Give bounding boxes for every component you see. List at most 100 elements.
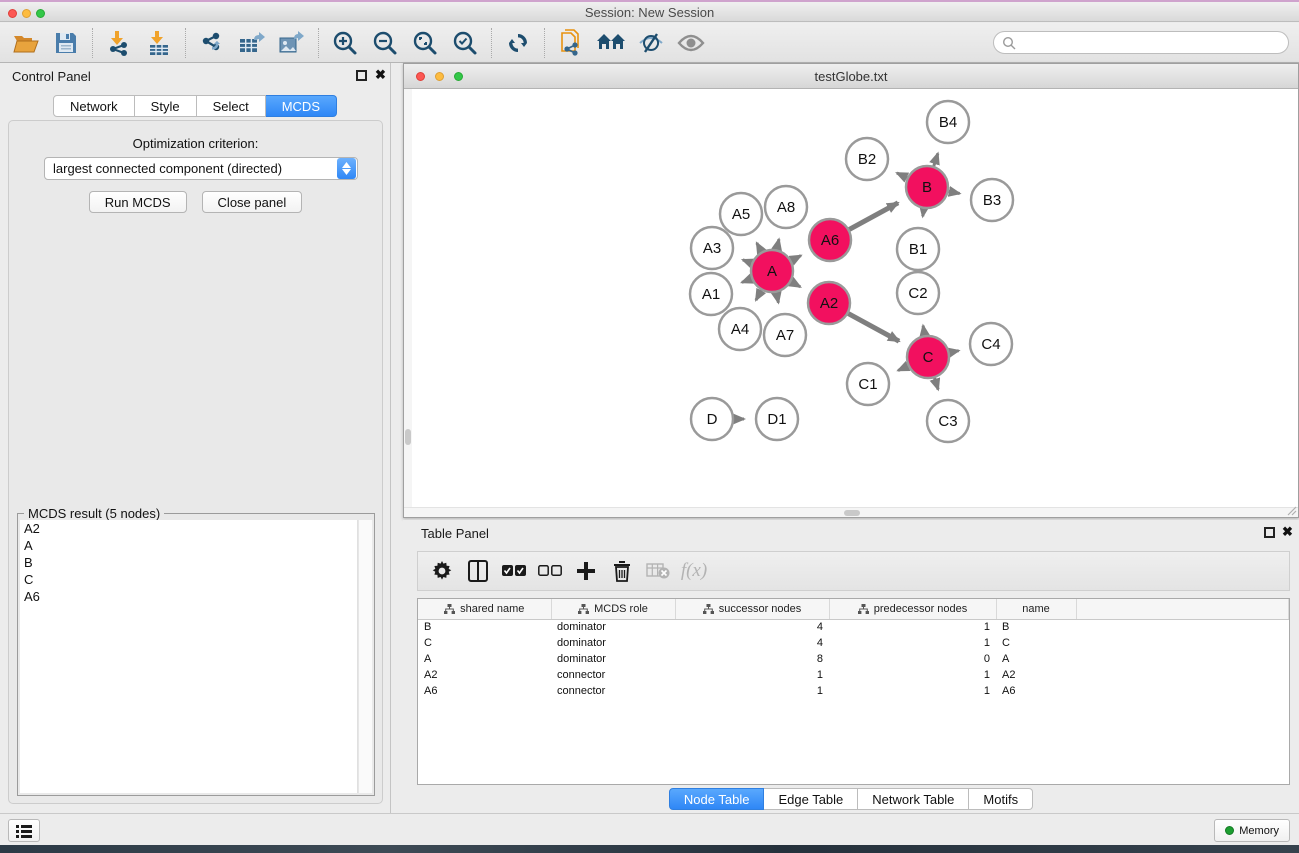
criterion-dropdown[interactable]: largest connected component (directed) (44, 157, 358, 180)
edge-A2-C[interactable] (848, 314, 899, 342)
table-cell[interactable]: B (996, 619, 1076, 635)
result-list-item[interactable]: C (20, 571, 357, 588)
table-cell[interactable]: 0 (829, 651, 996, 667)
hide-icon[interactable] (631, 26, 671, 60)
select-all-icon[interactable] (498, 555, 530, 587)
table-cell[interactable]: 1 (829, 667, 996, 683)
column-header-shared-name[interactable]: shared name (418, 599, 551, 619)
column-header-name[interactable]: name (996, 599, 1076, 619)
table-cell[interactable]: dominator (551, 651, 675, 667)
close-panel-icon[interactable]: ✖ (375, 67, 386, 83)
edge-B-B1[interactable] (923, 209, 924, 217)
tab-select[interactable]: Select (197, 95, 266, 117)
table-cell[interactable]: A6 (996, 683, 1076, 699)
show-icon[interactable] (671, 26, 711, 60)
table-cell[interactable]: A (996, 651, 1076, 667)
zoom-selected-icon[interactable] (445, 26, 485, 60)
memory-button[interactable]: Memory (1214, 819, 1290, 842)
edge-A-A3[interactable] (743, 260, 752, 263)
edge-B-B3[interactable] (949, 191, 960, 193)
edge-A-A4[interactable] (756, 290, 761, 300)
table-cell[interactable]: 1 (675, 667, 829, 683)
table-cell[interactable]: connector (551, 667, 675, 683)
table-row[interactable]: Cdominator41C (418, 635, 1289, 651)
table-cell[interactable]: 4 (675, 635, 829, 651)
edge-A-A1[interactable] (742, 279, 752, 283)
refresh-icon[interactable] (498, 26, 538, 60)
table-cell[interactable]: A (418, 651, 551, 667)
network-vertical-scrollbar[interactable] (404, 89, 412, 507)
tab-motifs[interactable]: Motifs (969, 788, 1033, 810)
table-cell[interactable]: B (418, 619, 551, 635)
network-canvas[interactable]: AA1A2A3A4A5A6A7A8BB1B2B3B4CC1C2C3C4DD1 (412, 89, 1298, 507)
column-header-successor-nodes[interactable]: successor nodes (675, 599, 829, 619)
edge-C-C3[interactable] (935, 378, 939, 390)
tab-node-table[interactable]: Node Table (669, 788, 765, 810)
zoom-in-icon[interactable] (325, 26, 365, 60)
table-cell[interactable]: 8 (675, 651, 829, 667)
table-cell[interactable]: A6 (418, 683, 551, 699)
search-input[interactable] (993, 31, 1289, 54)
tab-network-table[interactable]: Network Table (858, 788, 969, 810)
table-cell[interactable]: dominator (551, 619, 675, 635)
tab-mcds[interactable]: MCDS (266, 95, 337, 117)
gear-icon[interactable] (426, 555, 458, 587)
table-cell[interactable]: 1 (829, 635, 996, 651)
delete-table-icon[interactable] (642, 555, 674, 587)
mcds-result-list[interactable]: A2ABCA6 (20, 520, 358, 793)
run-mcds-button[interactable]: Run MCDS (89, 191, 187, 213)
import-network-icon[interactable] (99, 26, 139, 60)
table-cell[interactable]: 4 (675, 619, 829, 635)
export-table-icon[interactable] (232, 26, 272, 60)
result-list-item[interactable]: A2 (20, 520, 357, 537)
table-cell[interactable]: connector (551, 683, 675, 699)
export-image-icon[interactable] (272, 26, 312, 60)
table-cell[interactable]: 1 (829, 619, 996, 635)
edge-C-C2[interactable] (923, 326, 925, 336)
column-header-MCDS-role[interactable]: MCDS role (551, 599, 675, 619)
tab-style[interactable]: Style (135, 95, 197, 117)
result-list-item[interactable]: A6 (20, 588, 357, 605)
network-horizontal-scrollbar[interactable] (404, 507, 1298, 517)
table-header-row[interactable]: shared nameMCDS rolesuccessor nodesprede… (418, 599, 1289, 619)
deselect-all-icon[interactable] (534, 555, 566, 587)
zoom-out-icon[interactable] (365, 26, 405, 60)
edge-B-B4[interactable] (934, 153, 938, 166)
edge-A6-B[interactable] (849, 203, 898, 230)
edge-A-A2[interactable] (791, 282, 800, 287)
network-window-titlebar[interactable]: testGlobe.txt (404, 64, 1298, 89)
edge-C-C4[interactable] (950, 351, 959, 353)
edge-C-C1[interactable] (898, 366, 908, 370)
table-cell[interactable]: 1 (829, 683, 996, 699)
result-list-item[interactable]: A (20, 537, 357, 554)
result-list-scrollbar[interactable] (358, 520, 372, 793)
delete-icon[interactable] (606, 555, 638, 587)
table-cell[interactable]: C (418, 635, 551, 651)
table-cell[interactable]: A2 (418, 667, 551, 683)
table-row[interactable]: Bdominator41B (418, 619, 1289, 635)
edge-A-A5[interactable] (757, 243, 762, 252)
table-cell[interactable]: C (996, 635, 1076, 651)
column-header-predecessor-nodes[interactable]: predecessor nodes (829, 599, 996, 619)
function-builder-icon[interactable]: f(x) (678, 555, 710, 587)
columns-icon[interactable] (462, 555, 494, 587)
resize-grip-icon[interactable] (1285, 504, 1297, 516)
new-network-from-file-icon[interactable] (551, 26, 591, 60)
node-table[interactable]: shared nameMCDS rolesuccessor nodesprede… (417, 598, 1290, 785)
table-cell[interactable]: 1 (675, 683, 829, 699)
table-float-panel-icon[interactable] (1264, 527, 1275, 538)
table-cell[interactable]: dominator (551, 635, 675, 651)
edge-A-A8[interactable] (777, 239, 779, 249)
save-session-icon[interactable] (46, 26, 86, 60)
table-cell[interactable]: A2 (996, 667, 1076, 683)
table-row[interactable]: A2connector11A2 (418, 667, 1289, 683)
zoom-fit-icon[interactable] (405, 26, 445, 60)
export-network-icon[interactable] (192, 26, 232, 60)
task-history-button[interactable] (8, 819, 40, 842)
close-panel-button[interactable]: Close panel (202, 191, 303, 213)
tab-edge-table[interactable]: Edge Table (764, 788, 858, 810)
import-table-icon[interactable] (139, 26, 179, 60)
table-row[interactable]: Adominator80A (418, 651, 1289, 667)
open-file-icon[interactable] (6, 26, 46, 60)
tab-network[interactable]: Network (53, 95, 135, 117)
